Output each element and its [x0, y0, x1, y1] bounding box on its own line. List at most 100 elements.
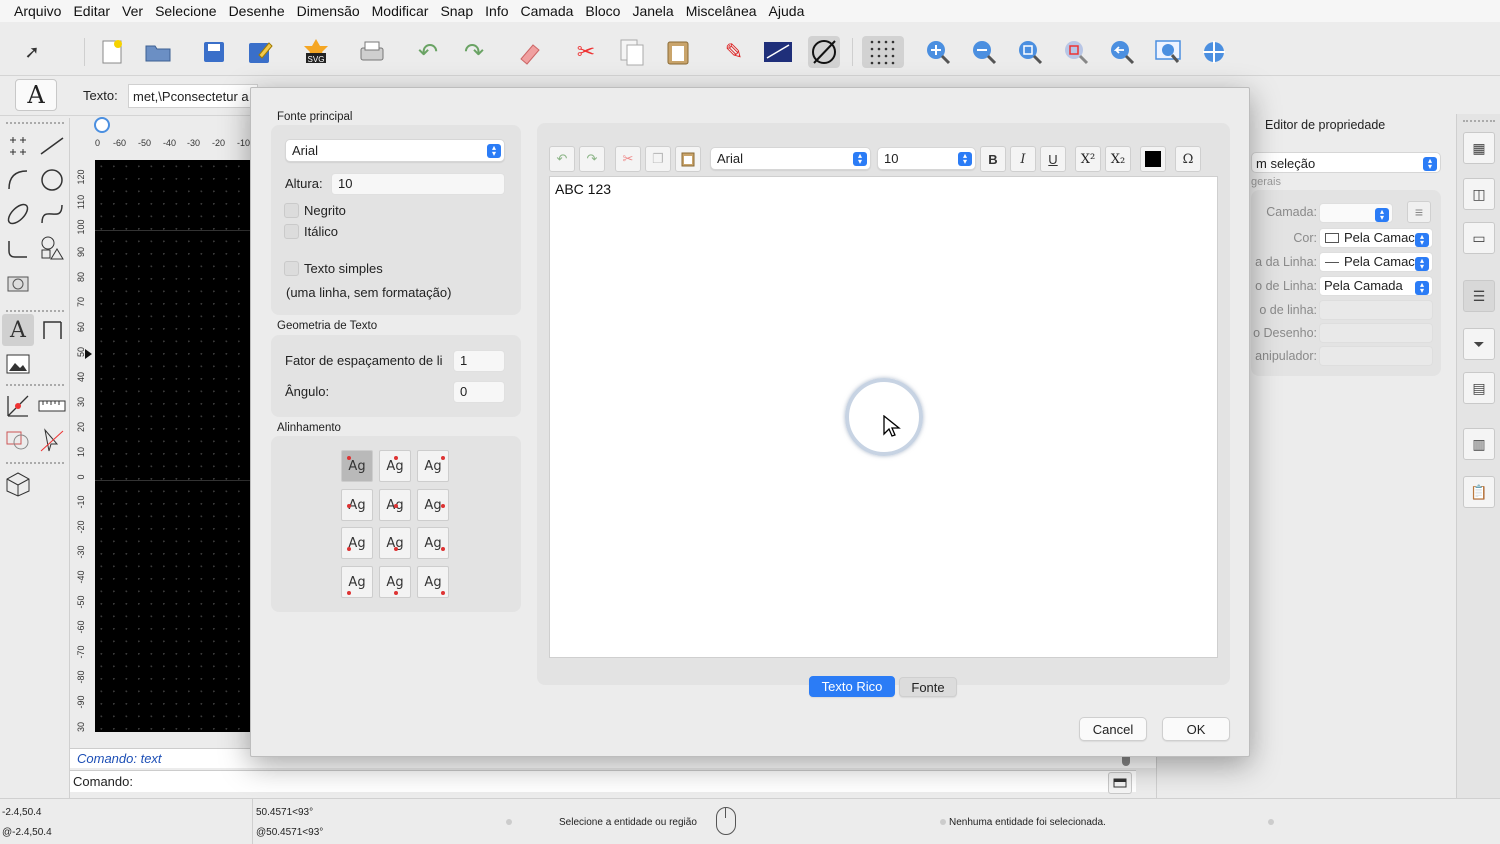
menu-item[interactable]: Miscelânea	[680, 3, 763, 19]
insert-symbol-button[interactable]: Ω	[1175, 146, 1201, 172]
filter-icon[interactable]: ⏷	[1463, 328, 1495, 360]
view-panel-icon[interactable]: ▭	[1463, 222, 1495, 254]
zoom-previous-icon[interactable]	[1106, 36, 1138, 68]
3d-box-tool-icon[interactable]	[2, 468, 34, 500]
menu-item[interactable]: Modificar	[366, 3, 435, 19]
hatch-tool-icon[interactable]	[2, 268, 34, 300]
align-baseline-left[interactable]: Ag	[341, 527, 373, 559]
subscript-button[interactable]: X₂	[1105, 146, 1131, 172]
ok-button[interactable]: OK	[1162, 717, 1230, 741]
align-bottom-center[interactable]: Ag	[379, 566, 411, 598]
superscript-button[interactable]: X²	[1075, 146, 1101, 172]
zoom-selection-icon[interactable]	[1060, 36, 1092, 68]
undo-icon[interactable]: ↶	[412, 36, 444, 68]
measure-tool-icon[interactable]	[36, 390, 68, 422]
polyline-tool-icon[interactable]	[2, 232, 34, 264]
paste-icon[interactable]	[662, 36, 694, 68]
command-line[interactable]: Comando:	[70, 770, 1136, 792]
layers-panel-icon[interactable]: ▦	[1463, 132, 1495, 164]
menu-item[interactable]: Dimensão	[291, 3, 366, 19]
editor-undo-icon[interactable]: ↶	[549, 146, 575, 172]
circle-slash-icon[interactable]	[808, 36, 840, 68]
align-top-right[interactable]: Ag	[417, 450, 449, 482]
plain-text-checkbox[interactable]	[284, 261, 299, 276]
zoom-out-icon[interactable]	[968, 36, 1000, 68]
linetype-scale-field[interactable]	[1319, 300, 1433, 320]
ellipse-tool-icon[interactable]	[2, 198, 34, 230]
copy-icon[interactable]	[616, 36, 648, 68]
line-tool-icon[interactable]	[36, 130, 68, 162]
camera-panel-icon[interactable]: ▤	[1463, 372, 1495, 404]
height-input[interactable]: 10	[331, 173, 505, 195]
align-bottom-right[interactable]: Ag	[417, 566, 449, 598]
point-tool-icon[interactable]	[2, 130, 34, 162]
new-file-icon[interactable]	[96, 36, 128, 68]
grid-icon[interactable]	[862, 36, 904, 68]
layer-dropdown[interactable]: ▴ ▾	[1319, 203, 1393, 223]
dimension-tool-icon[interactable]	[36, 314, 68, 346]
bold-button[interactable]: B	[980, 146, 1006, 172]
eraser-icon[interactable]	[514, 36, 546, 68]
handle-field[interactable]	[1319, 346, 1433, 366]
shapes-tool-icon[interactable]	[36, 232, 68, 264]
menu-item[interactable]: Ajuda	[763, 3, 811, 19]
circle-tool-icon[interactable]	[36, 164, 68, 196]
ruler-origin-icon[interactable]	[94, 117, 110, 133]
zoom-in-icon[interactable]	[922, 36, 954, 68]
command-toggle-button[interactable]	[1108, 772, 1132, 794]
modify-tool-icon[interactable]	[2, 390, 34, 422]
text-tool-icon[interactable]: A	[2, 314, 34, 346]
pen-icon[interactable]: ✎	[718, 36, 750, 68]
angle-input[interactable]: 0	[453, 381, 505, 403]
save-as-icon[interactable]	[244, 36, 276, 68]
editor-paste-icon[interactable]	[675, 146, 701, 172]
menu-item[interactable]: Info	[479, 3, 514, 19]
cut-icon[interactable]: ✂	[570, 36, 602, 68]
align-bottom-left[interactable]: Ag	[341, 566, 373, 598]
editor-redo-icon[interactable]: ↷	[579, 146, 605, 172]
menu-item[interactable]: Selecione	[149, 3, 223, 19]
italic-button[interactable]: I	[1010, 146, 1036, 172]
align-top-center[interactable]: Ag	[379, 450, 411, 482]
print-icon[interactable]	[356, 36, 388, 68]
underline-button[interactable]: U	[1040, 146, 1066, 172]
redo-icon[interactable]: ↷	[458, 36, 490, 68]
tab-font[interactable]: Fonte	[899, 677, 957, 697]
spline-tool-icon[interactable]	[36, 198, 68, 230]
image-tool-icon[interactable]	[2, 348, 34, 380]
menu-item[interactable]: Ver	[116, 3, 149, 19]
align-middle-left[interactable]: Ag	[341, 489, 373, 521]
bold-checkbox[interactable]	[284, 203, 299, 218]
zoom-window-icon[interactable]	[1152, 36, 1184, 68]
select-pointer-icon[interactable]: ➚	[16, 36, 48, 68]
italic-checkbox[interactable]	[284, 224, 299, 239]
menu-item[interactable]: Camada	[515, 3, 580, 19]
save-icon[interactable]	[198, 36, 230, 68]
text-color-button[interactable]	[1140, 146, 1166, 172]
pan-icon[interactable]	[1198, 36, 1230, 68]
export-svg-icon[interactable]: SVG	[300, 36, 332, 68]
editor-size-select[interactable]: 10 ▴ ▾	[877, 147, 976, 170]
lineweight-dropdown[interactable]: Pela Camac ▴ ▾	[1319, 252, 1433, 272]
menu-item[interactable]: Editar	[67, 3, 116, 19]
menu-item[interactable]: Arquivo	[8, 3, 67, 19]
arc-tool-icon[interactable]	[2, 164, 34, 196]
clipboard-panel-icon[interactable]: 📋	[1463, 476, 1495, 508]
menu-item[interactable]: Desenhe	[223, 3, 291, 19]
selection-dropdown[interactable]: m seleção ▴ ▾	[1251, 152, 1441, 173]
editor-font-select[interactable]: Arial ▴ ▾	[710, 147, 871, 170]
font-select[interactable]: Arial ▴ ▾	[285, 139, 505, 162]
menu-item[interactable]: Janela	[626, 3, 679, 19]
line-spacing-input[interactable]: 1	[453, 350, 505, 372]
align-baseline-right[interactable]: Ag	[417, 527, 449, 559]
block-tool-icon[interactable]	[2, 424, 34, 456]
menu-item[interactable]: Snap	[434, 3, 479, 19]
align-middle-center[interactable]: Ag	[379, 489, 411, 521]
menu-item[interactable]: Bloco	[579, 3, 626, 19]
editor-cut-icon[interactable]: ✂	[615, 146, 641, 172]
zoom-auto-icon[interactable]	[1014, 36, 1046, 68]
tab-rich-text[interactable]: Texto Rico	[809, 676, 895, 697]
select-tool-icon[interactable]	[36, 424, 68, 456]
align-top-left[interactable]: Ag	[341, 450, 373, 482]
color-dropdown[interactable]: Pela Camac ▴ ▾	[1319, 228, 1433, 248]
